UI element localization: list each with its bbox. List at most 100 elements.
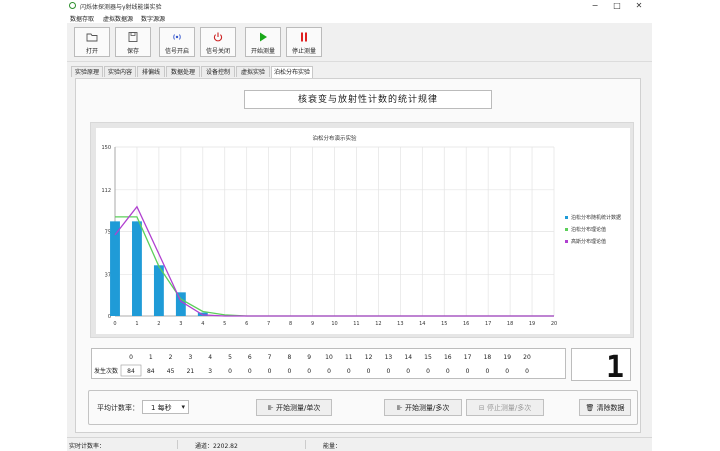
count-header: 18 bbox=[484, 354, 492, 361]
x-tick-label: 5 bbox=[223, 321, 226, 327]
count-header: 11 bbox=[345, 354, 353, 361]
bar-2 bbox=[153, 265, 164, 316]
y-tick-label: 37 bbox=[105, 272, 111, 278]
status-rate: 实时计数率： bbox=[69, 443, 106, 450]
rate-select[interactable]: 1 每秒 ▾ bbox=[142, 400, 189, 414]
x-tick-label: 18 bbox=[507, 321, 513, 327]
app-window: 闪烁体探测器与γ射线能谱实验 − □ ✕ 数据存取 虚拟数据源 数字源源 打开 … bbox=[67, 0, 652, 451]
count-header: 16 bbox=[444, 354, 452, 361]
count-value: 0 bbox=[466, 368, 470, 375]
x-tick-label: 3 bbox=[179, 321, 182, 327]
open-button[interactable]: 打开 bbox=[74, 27, 110, 57]
count-value: 0 bbox=[525, 368, 529, 375]
tab-calibration[interactable]: 排偏线 bbox=[137, 66, 165, 77]
tab-content[interactable]: 实验内容 bbox=[104, 66, 136, 77]
legend-label-0: 泊松分布随机统计数据 bbox=[571, 214, 621, 221]
tab-theory[interactable]: 实验原理 bbox=[71, 66, 103, 77]
save-label: 保存 bbox=[126, 48, 139, 55]
menu-item-virtual-source[interactable]: 虚拟数据源 bbox=[103, 14, 133, 23]
stop-icon: ⊟ bbox=[478, 404, 487, 412]
chevron-down-icon: ▾ bbox=[181, 403, 185, 411]
start-measure-label: 开始测量 bbox=[250, 48, 275, 55]
x-tick-label: 10 bbox=[331, 321, 337, 327]
start-single-button[interactable]: ⊪ 开始测量/单次 bbox=[256, 399, 332, 416]
count-value: 0 bbox=[485, 368, 489, 375]
chart-icon: ⊪ bbox=[267, 404, 276, 412]
count-header: 14 bbox=[404, 354, 412, 361]
open-label: 打开 bbox=[85, 48, 98, 55]
power-icon bbox=[201, 31, 235, 45]
x-tick-label: 19 bbox=[529, 321, 535, 327]
count-header: 12 bbox=[365, 354, 373, 361]
folder-icon bbox=[75, 31, 109, 45]
toolbar: 打开 保存 信号开启 信号关闭 开始测量 停止测量 bbox=[67, 23, 652, 62]
legend-swatch-2 bbox=[565, 240, 568, 243]
legend-label-2: 高斯分布理论值 bbox=[571, 238, 606, 245]
rate-value: 1 每秒 bbox=[151, 404, 172, 412]
tab-poisson-experiment[interactable]: 泊松分布实验 bbox=[271, 66, 313, 78]
app-icon bbox=[69, 2, 76, 9]
digit-display-value: 1 bbox=[606, 350, 624, 382]
status-channel: 通道：2202.82 bbox=[195, 443, 238, 450]
status-separator bbox=[177, 440, 178, 449]
start-multi-button[interactable]: ⊪ 开始测量/多次 bbox=[384, 399, 462, 416]
save-button[interactable]: 保存 bbox=[115, 27, 151, 57]
x-tick-label: 6 bbox=[245, 321, 248, 327]
count-value: 0 bbox=[386, 368, 390, 375]
count-header: 15 bbox=[424, 354, 432, 361]
menu-item-digital-source[interactable]: 数字源源 bbox=[141, 14, 165, 23]
count-value: 0 bbox=[287, 368, 291, 375]
count-value: 0 bbox=[426, 368, 430, 375]
bar-0 bbox=[110, 221, 120, 316]
title-bar: 闪烁体探测器与γ射线能谱实验 − □ ✕ bbox=[67, 0, 652, 12]
x-tick-label: 1 bbox=[135, 321, 138, 327]
y-tick-label: 150 bbox=[101, 145, 111, 151]
x-tick-label: 8 bbox=[289, 321, 292, 327]
signal-off-button[interactable]: 信号关闭 bbox=[200, 27, 236, 57]
clear-data-label: 清除数据 bbox=[596, 404, 625, 412]
count-header: 20 bbox=[523, 354, 531, 361]
start-single-label: 开始测量/单次 bbox=[275, 404, 321, 412]
menu-item-data[interactable]: 数据存取 bbox=[70, 14, 94, 23]
x-tick-label: 20 bbox=[551, 321, 557, 327]
tab-data-processing[interactable]: 数据处理 bbox=[166, 66, 200, 77]
count-value: 84 bbox=[127, 368, 135, 375]
chart-icon: ⊪ bbox=[396, 404, 405, 412]
status-bar: 实时计数率： 通道：2202.82 能量： bbox=[67, 437, 652, 451]
rate-label: 平均计数率： bbox=[97, 404, 139, 412]
signal-on-button[interactable]: 信号开启 bbox=[159, 27, 195, 57]
count-header: 4 bbox=[208, 354, 212, 361]
tab-device-control[interactable]: 设备控制 bbox=[201, 66, 235, 77]
count-header: 7 bbox=[268, 354, 272, 361]
tab-virtual-experiment[interactable]: 虚拟实验 bbox=[236, 66, 270, 77]
close-button[interactable]: ✕ bbox=[630, 1, 648, 11]
x-tick-label: 9 bbox=[311, 321, 314, 327]
tab-bar: 实验原理 实验内容 排偏线 数据处理 设备控制 虚拟实验 泊松分布实验 bbox=[67, 66, 652, 78]
count-value: 0 bbox=[248, 368, 252, 375]
stop-measure-button[interactable]: 停止测量 bbox=[286, 27, 322, 57]
stop-measure-label: 停止测量 bbox=[291, 48, 316, 55]
y-tick-label: 75 bbox=[105, 230, 111, 236]
pause-icon bbox=[287, 31, 321, 45]
count-header: 10 bbox=[325, 354, 333, 361]
x-tick-label: 0 bbox=[113, 321, 116, 327]
signal-on-label: 信号开启 bbox=[164, 48, 189, 55]
menu-bar: 数据存取 虚拟数据源 数字源源 bbox=[67, 12, 652, 23]
start-measure-button[interactable]: 开始测量 bbox=[245, 27, 281, 57]
y-tick-label: 112 bbox=[101, 188, 111, 194]
count-row-label: 发生次数 bbox=[94, 367, 118, 375]
window-title: 闪烁体探测器与γ射线能谱实验 bbox=[80, 4, 162, 11]
count-header: 17 bbox=[464, 354, 472, 361]
count-value: 3 bbox=[208, 368, 212, 375]
count-value: 0 bbox=[327, 368, 331, 375]
page-title: 核衰变与放射性计数的统计规律 bbox=[244, 90, 492, 109]
save-icon bbox=[116, 31, 150, 45]
stop-multi-button[interactable]: ⊟ 停止测量/多次 bbox=[466, 399, 544, 416]
minimize-button[interactable]: − bbox=[586, 1, 604, 11]
count-header: 6 bbox=[248, 354, 252, 361]
maximize-button[interactable]: □ bbox=[608, 1, 626, 11]
x-tick-label: 2 bbox=[157, 321, 160, 327]
clear-data-button[interactable]: 🗑 清除数据 bbox=[579, 399, 631, 416]
poisson-chart: 泊松分布演示实验0 1 2 3 4 5 6 7 8 9 10 11 12 13 14 15 16 17 18 19 20… bbox=[96, 128, 630, 334]
count-header: 1 bbox=[149, 354, 153, 361]
